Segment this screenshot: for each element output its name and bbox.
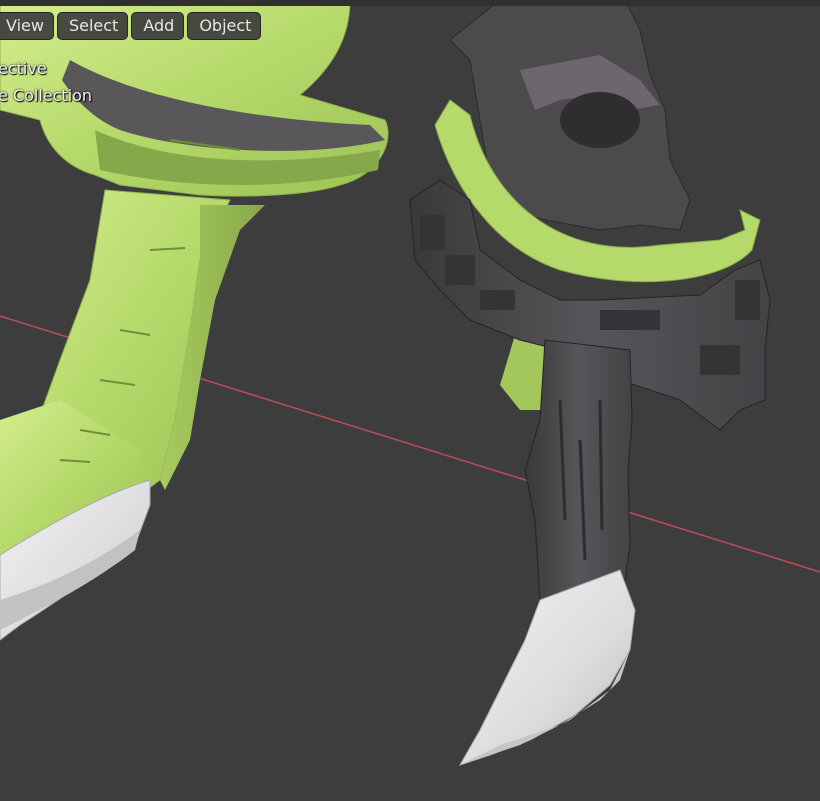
viewport-scene[interactable]: [0, 0, 820, 801]
right-green-under: [500, 335, 548, 410]
menu-select-button[interactable]: Select: [56, 12, 129, 40]
right-blade: [458, 569, 636, 766]
right-head-socket: [560, 92, 640, 148]
right-sword-model[interactable]: [409, 0, 771, 766]
menu-add-button[interactable]: Add: [131, 12, 185, 40]
viewport-view-mode-label: ective: [0, 59, 47, 78]
viewport-header-strip: [0, 0, 820, 6]
menu-object-button[interactable]: Object: [187, 12, 262, 40]
menu-view-button[interactable]: View: [0, 12, 54, 40]
viewport-menu-bar: View Select Add Object: [0, 12, 262, 40]
3d-viewport[interactable]: View Select Add Object ective e Collecti…: [0, 0, 820, 801]
viewport-collection-label: e Collection: [0, 86, 93, 105]
